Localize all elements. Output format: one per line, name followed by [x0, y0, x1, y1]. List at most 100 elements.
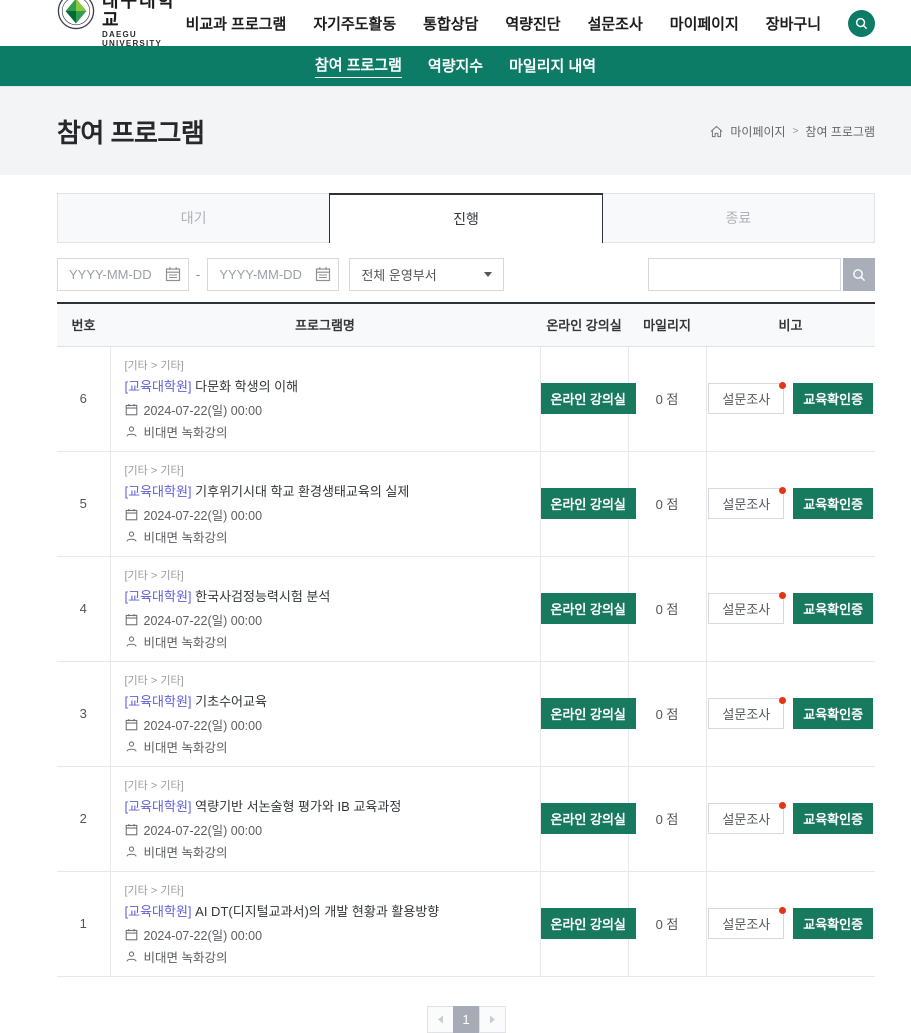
keyword-search-button[interactable] — [843, 258, 875, 291]
pagination-page-1[interactable]: 1 — [453, 1006, 480, 1033]
person-icon — [125, 950, 138, 963]
mileage-cell: 0 점 — [628, 871, 706, 976]
program-organization-link[interactable]: [교육대학원] — [125, 799, 192, 814]
notification-dot — [779, 592, 786, 599]
row-number: 1 — [57, 871, 110, 976]
nav-item-mypage[interactable]: 마이페이지 — [670, 13, 739, 34]
keyword-search-input[interactable] — [648, 258, 841, 291]
online-classroom-button[interactable]: 온라인 강의실 — [541, 383, 636, 414]
program-title-link[interactable]: AI DT(디지털교과서)의 개발 현황과 활용방향 — [195, 904, 439, 919]
program-cell: [기타 > 기타] [교육대학원] 기초수어교육 2024-07-22(일) 0… — [110, 661, 540, 766]
row-number: 5 — [57, 451, 110, 556]
online-classroom-cell: 온라인 강의실 — [540, 871, 628, 976]
logo-text: 대구대학교 DAEGU UNIVERSITY — [102, 0, 186, 48]
calendar-icon[interactable] — [315, 266, 331, 282]
department-select[interactable]: 전체 운영부서 — [349, 258, 504, 291]
tab-ended[interactable]: 종료 — [602, 193, 875, 243]
program-title-link[interactable]: 기초수어교육 — [195, 694, 267, 709]
subnav-item-mileage-history[interactable]: 마일리지 내역 — [509, 55, 596, 78]
chevron-down-icon — [484, 272, 492, 277]
online-classroom-cell: 온라인 강의실 — [540, 346, 628, 451]
top-nav: 비교과 프로그램 자기주도활동 통합상담 역량진단 설문조사 마이페이지 장바구… — [186, 10, 875, 37]
program-method: 비대면 녹화강의 — [144, 632, 228, 651]
online-classroom-button[interactable]: 온라인 강의실 — [541, 908, 636, 939]
notification-dot — [779, 487, 786, 494]
tab-waiting[interactable]: 대기 — [57, 193, 330, 243]
survey-button[interactable]: 설문조사 — [708, 593, 784, 624]
program-organization-link[interactable]: [교육대학원] — [125, 904, 192, 919]
program-title-link[interactable]: 역량기반 서논술형 평가와 IB 교육과정 — [195, 799, 401, 814]
table-row: 5 [기타 > 기타] [교육대학원] 기후위기시대 학교 환경생태교육의 실제… — [57, 451, 875, 556]
nav-item-survey[interactable]: 설문조사 — [588, 13, 643, 34]
education-certificate-button[interactable]: 교육확인증 — [793, 383, 873, 414]
calendar-icon[interactable] — [165, 266, 181, 282]
education-certificate-button[interactable]: 교육확인증 — [793, 698, 873, 729]
logo-english-name: DAEGU UNIVERSITY — [102, 30, 186, 48]
pagination: 1 — [57, 1006, 875, 1033]
program-table: 번호 프로그램명 온라인 강의실 마일리지 비고 6 [기타 > 기타] [교육… — [57, 302, 875, 977]
program-organization-link[interactable]: [교육대학원] — [125, 379, 192, 394]
row-number: 3 — [57, 661, 110, 766]
program-category: [기타 > 기타] — [125, 672, 526, 688]
pagination-prev-button[interactable] — [427, 1006, 454, 1033]
pagination-next-button[interactable] — [479, 1006, 506, 1033]
note-cell: 설문조사 교육확인증 — [706, 346, 875, 451]
survey-button[interactable]: 설문조사 — [708, 908, 784, 939]
date-from-box — [57, 258, 189, 291]
nav-item-counseling[interactable]: 통합상담 — [423, 13, 478, 34]
filter-row: - 전체 운영부서 — [57, 258, 875, 291]
online-classroom-cell: 온라인 강의실 — [540, 556, 628, 661]
person-icon — [125, 740, 138, 753]
program-title-link[interactable]: 한국사검정능력시험 분석 — [195, 589, 330, 604]
home-icon[interactable] — [710, 125, 723, 138]
nav-item-self-directed[interactable]: 자기주도활동 — [313, 13, 396, 34]
nav-item-competency[interactable]: 역량진단 — [505, 13, 560, 34]
subnav-item-competency-index[interactable]: 역량지수 — [428, 55, 483, 78]
program-title-link[interactable]: 다문화 학생의 이해 — [195, 379, 298, 394]
education-certificate-button[interactable]: 교육확인증 — [793, 593, 873, 624]
mileage-cell: 0 점 — [628, 556, 706, 661]
calendar-icon — [125, 613, 138, 626]
header-search-button[interactable] — [848, 10, 875, 37]
nav-item-cart[interactable]: 장바구니 — [766, 13, 821, 34]
mileage-cell: 0 점 — [628, 451, 706, 556]
program-method: 비대면 녹화강의 — [144, 527, 228, 546]
breadcrumb-separator: > — [793, 126, 799, 137]
col-header-mileage: 마일리지 — [628, 303, 706, 346]
survey-button[interactable]: 설문조사 — [708, 488, 784, 519]
online-classroom-button[interactable]: 온라인 강의실 — [541, 803, 636, 834]
program-date: 2024-07-22(일) 00:00 — [144, 820, 263, 839]
subnav-item-participation[interactable]: 참여 프로그램 — [315, 54, 402, 78]
breadcrumb-mypage[interactable]: 마이페이지 — [730, 123, 785, 140]
note-cell: 설문조사 교육확인증 — [706, 766, 875, 871]
nav-item-programs[interactable]: 비교과 프로그램 — [186, 13, 287, 34]
program-organization-link[interactable]: [교육대학원] — [125, 589, 192, 604]
tab-in-progress[interactable]: 진행 — [329, 193, 602, 243]
online-classroom-cell: 온라인 강의실 — [540, 766, 628, 871]
survey-button[interactable]: 설문조사 — [708, 803, 784, 834]
calendar-icon — [125, 823, 138, 836]
online-classroom-button[interactable]: 온라인 강의실 — [541, 698, 636, 729]
program-method: 비대면 녹화강의 — [144, 842, 228, 861]
survey-button[interactable]: 설문조사 — [708, 698, 784, 729]
education-certificate-button[interactable]: 교육확인증 — [793, 908, 873, 939]
online-classroom-button[interactable]: 온라인 강의실 — [541, 488, 636, 519]
university-logo[interactable]: 대구대학교 DAEGU UNIVERSITY — [57, 0, 186, 48]
status-tabs: 대기 진행 종료 — [57, 193, 875, 243]
program-title-link[interactable]: 기후위기시대 학교 환경생태교육의 실제 — [195, 484, 409, 499]
notification-dot — [779, 802, 786, 809]
program-organization-link[interactable]: [교육대학원] — [125, 694, 192, 709]
person-icon — [125, 530, 138, 543]
note-cell: 설문조사 교육확인증 — [706, 661, 875, 766]
education-certificate-button[interactable]: 교육확인증 — [793, 488, 873, 519]
breadcrumb-current[interactable]: 참여 프로그램 — [805, 123, 875, 140]
program-cell: [기타 > 기타] [교육대학원] 한국사검정능력시험 분석 2024-07-2… — [110, 556, 540, 661]
note-cell: 설문조사 교육확인증 — [706, 451, 875, 556]
program-organization-link[interactable]: [교육대학원] — [125, 484, 192, 499]
online-classroom-button[interactable]: 온라인 강의실 — [541, 593, 636, 624]
mileage-cell: 0 점 — [628, 766, 706, 871]
row-number: 4 — [57, 556, 110, 661]
survey-button[interactable]: 설문조사 — [708, 383, 784, 414]
education-certificate-button[interactable]: 교육확인증 — [793, 803, 873, 834]
top-header: 대구대학교 DAEGU UNIVERSITY 비교과 프로그램 자기주도활동 통… — [0, 0, 911, 46]
